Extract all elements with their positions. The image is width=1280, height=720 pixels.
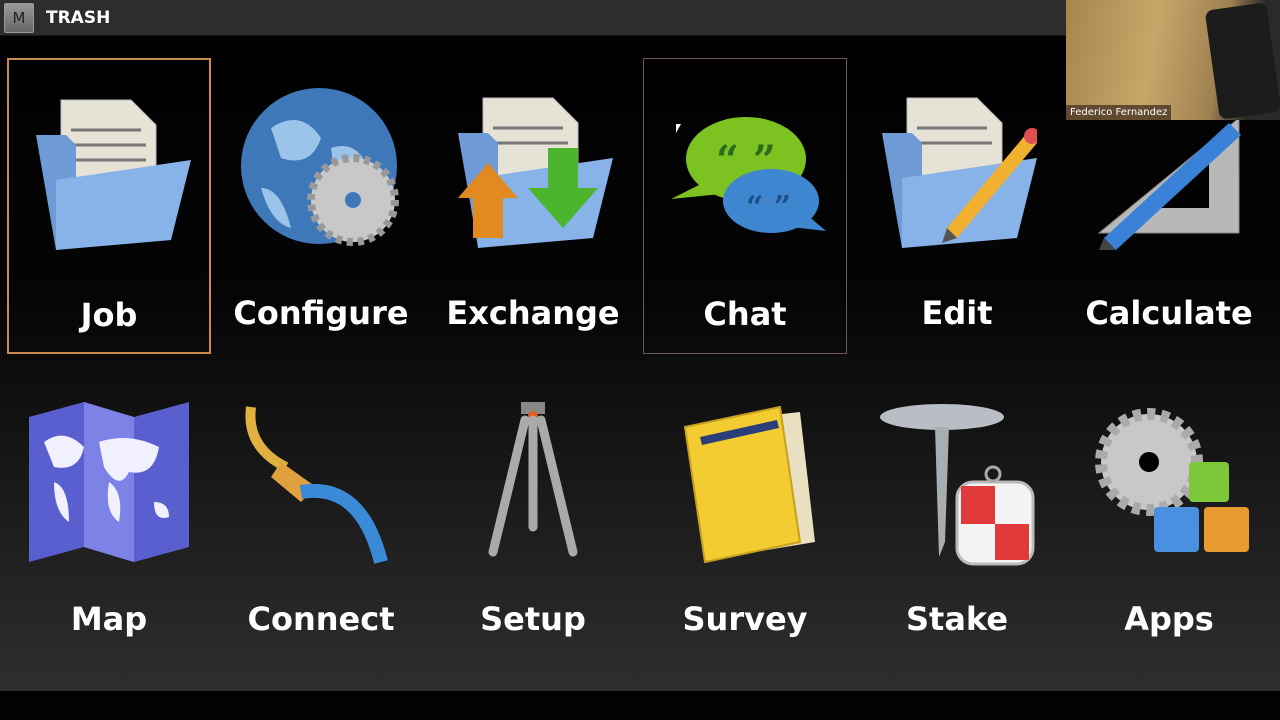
tile-chat[interactable]: “ ” “ ” Chat: [643, 58, 847, 354]
app-grid: Job Configure Exchange “ ” “ ” Chat Edit…: [0, 36, 1280, 691]
folder-exchange-icon: [458, 97, 613, 248]
tile-label: Chat: [703, 295, 787, 333]
tile-job[interactable]: Job: [7, 58, 211, 354]
tile-edit[interactable]: Edit: [855, 58, 1059, 354]
chat-bubbles-icon: “ ” “ ”: [671, 117, 826, 233]
tripod-icon: [488, 402, 578, 557]
tile-label: Exchange: [446, 294, 620, 332]
participant-name: Federico Fernandez: [1066, 105, 1172, 120]
tile-connect[interactable]: Connect: [219, 396, 423, 692]
tile-stake[interactable]: Stake: [855, 396, 1059, 692]
gear-blocks-icon: [1095, 408, 1249, 552]
notebook-icon: [683, 405, 815, 564]
globe-gear-icon: [241, 88, 399, 246]
svg-text:“ ”: “ ”: [746, 190, 791, 225]
tile-label: Apps: [1124, 600, 1214, 638]
tile-exchange[interactable]: Exchange: [431, 58, 635, 354]
tile-label: Setup: [480, 600, 586, 638]
logo-letter: M: [12, 8, 26, 27]
tile-label: Edit: [921, 294, 993, 332]
tile-map[interactable]: Map: [7, 396, 211, 692]
tile-label: Job: [80, 296, 138, 334]
folder-document-icon: [36, 99, 191, 250]
tile-label: Survey: [682, 600, 808, 638]
mouse-cursor-icon: [676, 124, 681, 133]
stake-target-icon: [880, 404, 1035, 566]
cable-icon: [245, 406, 388, 564]
app-logo-button[interactable]: M: [4, 2, 34, 33]
tile-apps[interactable]: Apps: [1067, 396, 1271, 692]
page-title: TRASH: [46, 7, 111, 28]
folder-pencil-icon: [882, 97, 1037, 248]
world-map-icon: [29, 402, 189, 562]
tile-label: Configure: [233, 294, 409, 332]
video-thumbnail[interactable]: Federico Fernandez: [1066, 0, 1280, 120]
phone-image: [1204, 2, 1280, 120]
tile-configure[interactable]: Configure: [219, 58, 423, 354]
tile-label: Map: [70, 600, 148, 638]
tile-label: Connect: [247, 600, 395, 638]
tile-setup[interactable]: Setup: [431, 396, 635, 692]
bottom-bar: [0, 691, 1280, 720]
tile-survey[interactable]: Survey: [643, 396, 847, 692]
tile-label: Calculate: [1085, 294, 1253, 332]
tile-label: Stake: [905, 600, 1009, 638]
